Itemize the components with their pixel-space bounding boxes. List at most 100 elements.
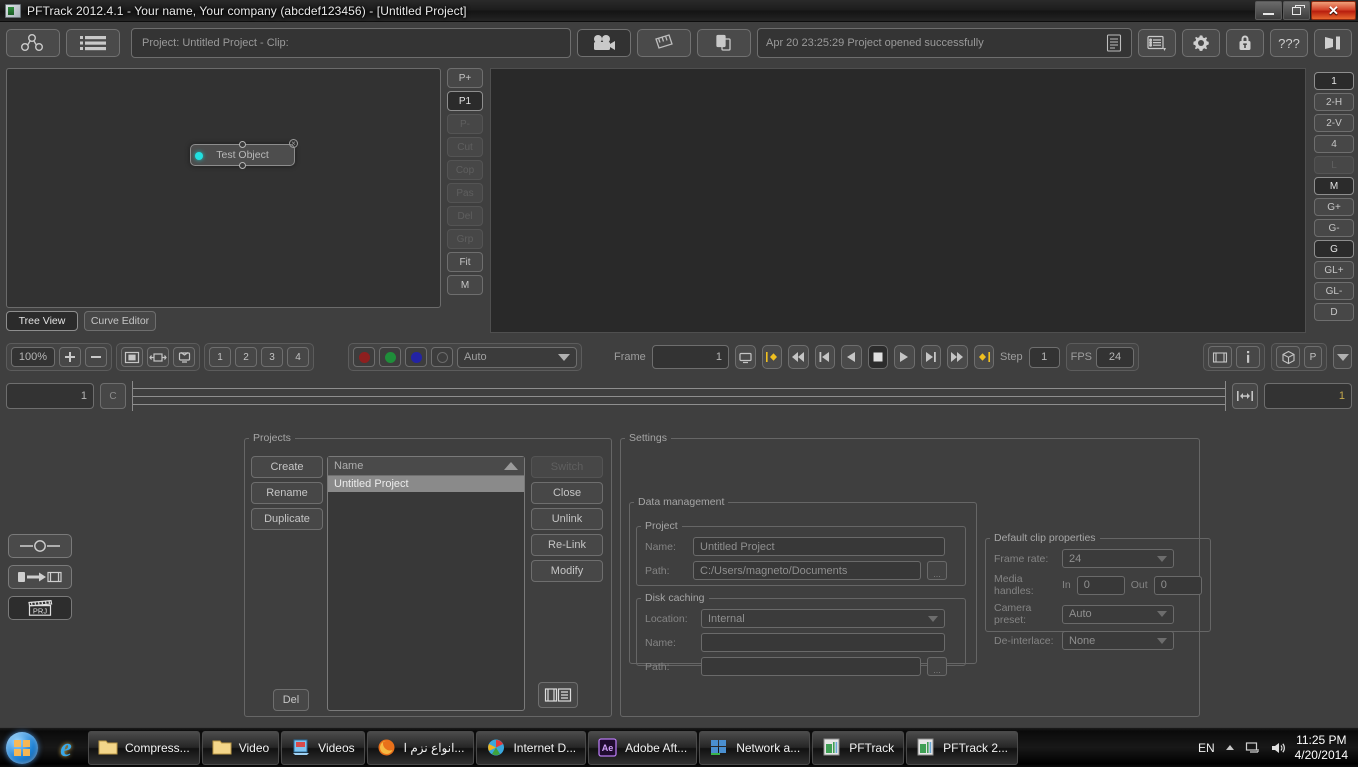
node-btn-menu[interactable]: M	[447, 275, 483, 295]
frame-input[interactable]: 1	[651, 345, 729, 369]
lock-icon[interactable]	[1226, 29, 1264, 57]
red-channel-button[interactable]	[353, 347, 375, 367]
range-fit-icon[interactable]	[1232, 383, 1258, 409]
layout-btn-g[interactable]: G	[1314, 240, 1354, 258]
show-hidden-icons[interactable]	[1224, 743, 1236, 753]
restore-button[interactable]	[1283, 1, 1310, 20]
fps-input[interactable]: 24	[1096, 346, 1135, 368]
play-icon[interactable]	[894, 345, 915, 369]
view-button-3[interactable]: 3	[261, 347, 283, 367]
list-view-icon[interactable]	[66, 29, 120, 57]
taskbar-item-firefox[interactable]: انواع نزم ا...	[366, 730, 475, 765]
layout-btn-m[interactable]: M	[1314, 177, 1354, 195]
node-graph-panel[interactable]: × Test Object	[6, 68, 441, 308]
list-menu-icon[interactable]	[1138, 29, 1176, 57]
key-prev-icon[interactable]	[761, 345, 782, 369]
clock[interactable]: 11:25 PM 4/20/2014	[1295, 733, 1348, 763]
project-browse-icon[interactable]	[538, 682, 578, 708]
triangle-down-icon[interactable]	[1333, 345, 1352, 369]
import-clip-tool-icon[interactable]	[8, 565, 72, 589]
fit-width-icon[interactable]	[147, 347, 169, 367]
duplicate-project-button[interactable]: Duplicate	[251, 508, 323, 530]
stop-icon[interactable]	[867, 345, 888, 369]
step-back-icon[interactable]	[814, 345, 835, 369]
layout-btn-l[interactable]: L	[1314, 156, 1354, 174]
projects-list[interactable]: Name Untitled Project	[327, 456, 525, 711]
node-tree-icon[interactable]	[6, 29, 60, 57]
node-btn-p-plus[interactable]: P+	[447, 68, 483, 88]
internet-explorer-icon[interactable]: e	[44, 730, 88, 766]
cycle-button[interactable]: C	[100, 383, 126, 409]
photo-button[interactable]: P	[1304, 346, 1323, 368]
node-port-bottom[interactable]	[239, 162, 246, 169]
taskbar-item-video[interactable]: Video	[201, 730, 280, 765]
gear-icon[interactable]	[1182, 29, 1220, 57]
node-btn-paste[interactable]: Pas	[447, 183, 483, 203]
layout-btn-d[interactable]: D	[1314, 303, 1354, 321]
fast-forward-icon[interactable]	[947, 345, 968, 369]
zoom-in-button[interactable]	[59, 347, 81, 367]
node-close-icon[interactable]: ×	[289, 139, 298, 148]
step-input[interactable]: 1	[1028, 346, 1060, 368]
layout-btn-g-minus[interactable]: G-	[1314, 219, 1354, 237]
list-item[interactable]: Untitled Project	[328, 476, 524, 492]
clapperboard-icon[interactable]	[637, 29, 691, 57]
project-tool-icon[interactable]: PRJ	[8, 596, 72, 620]
rewind-icon[interactable]	[788, 345, 809, 369]
tab-tree-view[interactable]: Tree View	[6, 311, 78, 331]
log-lines-icon[interactable]	[1105, 33, 1123, 53]
view-button-1[interactable]: 1	[209, 347, 231, 367]
zoom-out-button[interactable]	[85, 347, 107, 367]
unlink-project-button[interactable]: Unlink	[531, 508, 603, 530]
blue-channel-button[interactable]	[405, 347, 427, 367]
info-icon[interactable]	[1236, 346, 1261, 368]
timeline-out-input[interactable]: 1	[1264, 383, 1352, 409]
network-tray-icon[interactable]	[1245, 741, 1261, 755]
language-indicator[interactable]: EN	[1198, 741, 1215, 755]
view-button-2[interactable]: 2	[235, 347, 257, 367]
sort-ascending-icon[interactable]	[504, 462, 518, 470]
create-project-button[interactable]: Create	[251, 456, 323, 478]
screen-icon[interactable]	[735, 345, 756, 369]
cache-path-browse-button[interactable]: ...	[927, 657, 947, 676]
step-forward-icon[interactable]	[920, 345, 941, 369]
viewport-panel[interactable]	[490, 68, 1306, 333]
taskbar-item-pftrack-2[interactable]: PFTrack 2...	[906, 730, 1019, 765]
cache-location-select[interactable]: Internal	[701, 609, 945, 628]
camera-preset-select[interactable]: Auto	[1062, 604, 1174, 624]
layout-btn-g-plus[interactable]: G+	[1314, 198, 1354, 216]
view-button-4[interactable]: 4	[287, 347, 309, 367]
film-strip-icon[interactable]	[1208, 346, 1233, 368]
play-reverse-icon[interactable]	[841, 345, 862, 369]
projects-list-header[interactable]: Name	[328, 457, 524, 476]
layout-btn-gl-minus[interactable]: GL-	[1314, 282, 1354, 300]
project-path-input[interactable]: C:/Users/magneto/Documents	[693, 561, 921, 580]
camera-icon[interactable]	[577, 29, 631, 57]
minimize-button[interactable]	[1255, 1, 1282, 20]
monitor-icon[interactable]	[173, 347, 195, 367]
cache-name-input[interactable]	[701, 633, 945, 652]
taskbar-item-videos[interactable]: Videos	[281, 730, 365, 765]
node-btn-delete[interactable]: Del	[447, 206, 483, 226]
exit-icon[interactable]	[1314, 29, 1352, 57]
media-in-input[interactable]: 0	[1076, 575, 1125, 595]
node-btn-p-minus[interactable]: P-	[447, 114, 483, 134]
volume-icon[interactable]	[1270, 741, 1286, 755]
taskbar-item-network[interactable]: Network a...	[699, 730, 811, 765]
cache-path-input[interactable]	[701, 657, 921, 676]
taskbar-item-after-effects[interactable]: Ae Adobe Aft...	[588, 730, 698, 765]
duplicate-files-icon[interactable]	[697, 29, 751, 57]
tab-curve-editor[interactable]: Curve Editor	[84, 311, 156, 331]
layout-btn-1[interactable]: 1	[1314, 72, 1354, 90]
node-btn-group[interactable]: Grp	[447, 229, 483, 249]
slider-tool-icon[interactable]	[8, 534, 72, 558]
timeline-track[interactable]	[132, 381, 1226, 411]
node-port-top[interactable]	[239, 141, 246, 148]
green-channel-button[interactable]	[379, 347, 401, 367]
node-btn-p1[interactable]: P1	[447, 91, 483, 111]
deinterlace-select[interactable]: None	[1062, 631, 1174, 650]
help-button[interactable]: ???	[1270, 29, 1308, 57]
project-path-browse-button[interactable]: ...	[927, 561, 947, 580]
layout-btn-2v[interactable]: 2-V	[1314, 114, 1354, 132]
fit-to-window-icon[interactable]	[121, 347, 143, 367]
